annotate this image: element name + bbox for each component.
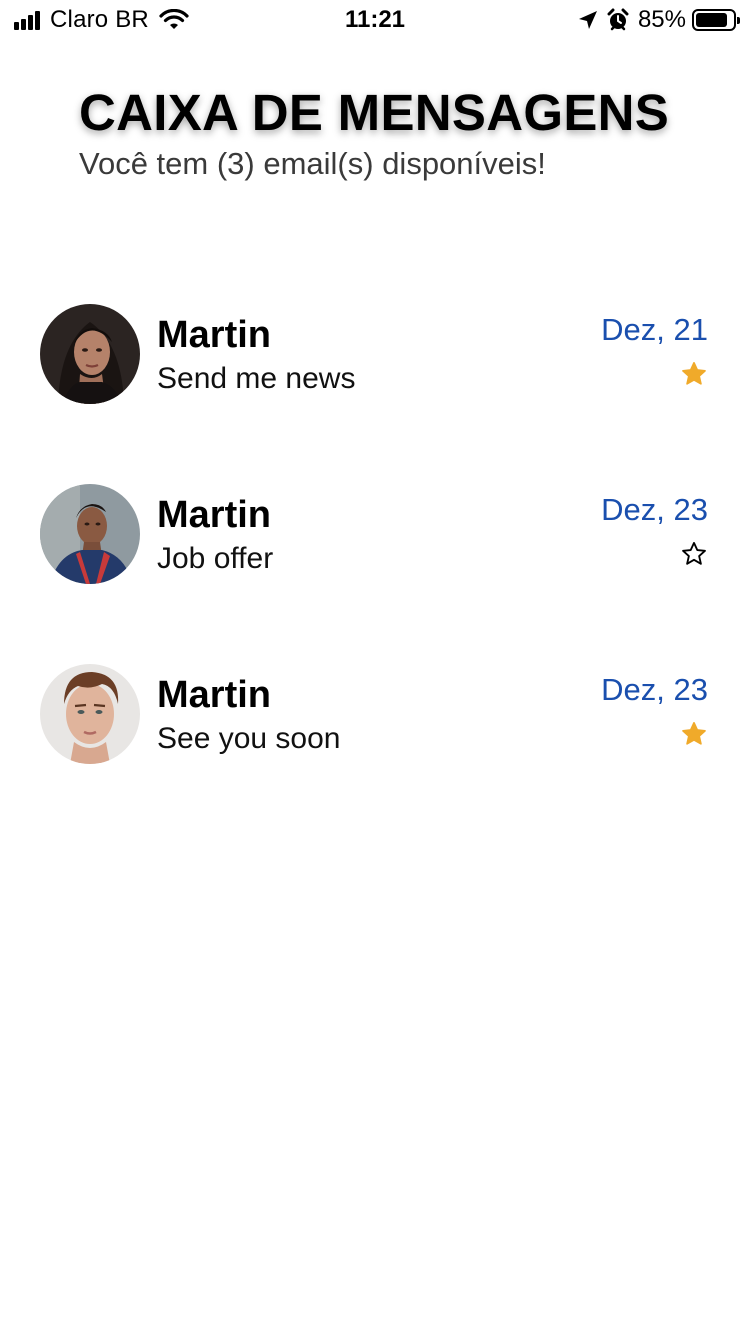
message-item[interactable]: Martin See you soon Dez, 23 <box>0 660 750 840</box>
woman-portrait-icon <box>40 304 140 404</box>
man-hoodie-portrait-icon <box>40 484 140 584</box>
sender-name: Martin <box>157 674 271 716</box>
star-filled-icon[interactable] <box>680 360 708 388</box>
battery-fill <box>696 13 727 27</box>
message-date: Dez, 21 <box>601 312 708 347</box>
page-subtitle: Você tem (3) email(s) disponíveis! <box>79 146 546 181</box>
message-item[interactable]: Martin Send me news Dez, 21 <box>0 300 750 480</box>
alarm-icon <box>607 8 629 31</box>
battery-icon <box>692 9 740 31</box>
message-date: Dez, 23 <box>601 492 708 527</box>
young-man-portrait-icon <box>40 664 140 764</box>
star-outline-icon[interactable] <box>680 540 708 568</box>
status-bar-right: 85% <box>578 6 740 34</box>
inbox-header: CAIXA DE MENSAGENS Você tem (3) email(s)… <box>79 82 669 184</box>
sender-name: Martin <box>157 314 271 356</box>
location-arrow-icon <box>578 11 597 29</box>
status-bar: Claro BR 11:21 85% <box>0 0 750 40</box>
star-filled-icon[interactable] <box>680 720 708 748</box>
message-subject: Send me news <box>157 362 356 395</box>
message-subject: Job offer <box>157 542 274 575</box>
message-item[interactable]: Martin Job offer Dez, 23 <box>0 480 750 660</box>
page-title: CAIXA DE MENSAGENS <box>79 84 670 141</box>
battery-cap <box>737 17 740 24</box>
avatar <box>40 304 140 404</box>
message-date: Dez, 23 <box>601 672 708 707</box>
sender-name: Martin <box>157 494 271 536</box>
message-list: Martin Send me news Dez, 21 Martin Job o… <box>0 300 750 840</box>
avatar <box>40 664 140 764</box>
message-subject: See you soon <box>157 722 341 755</box>
avatar <box>40 484 140 584</box>
battery-percentage: 85% <box>637 6 686 33</box>
